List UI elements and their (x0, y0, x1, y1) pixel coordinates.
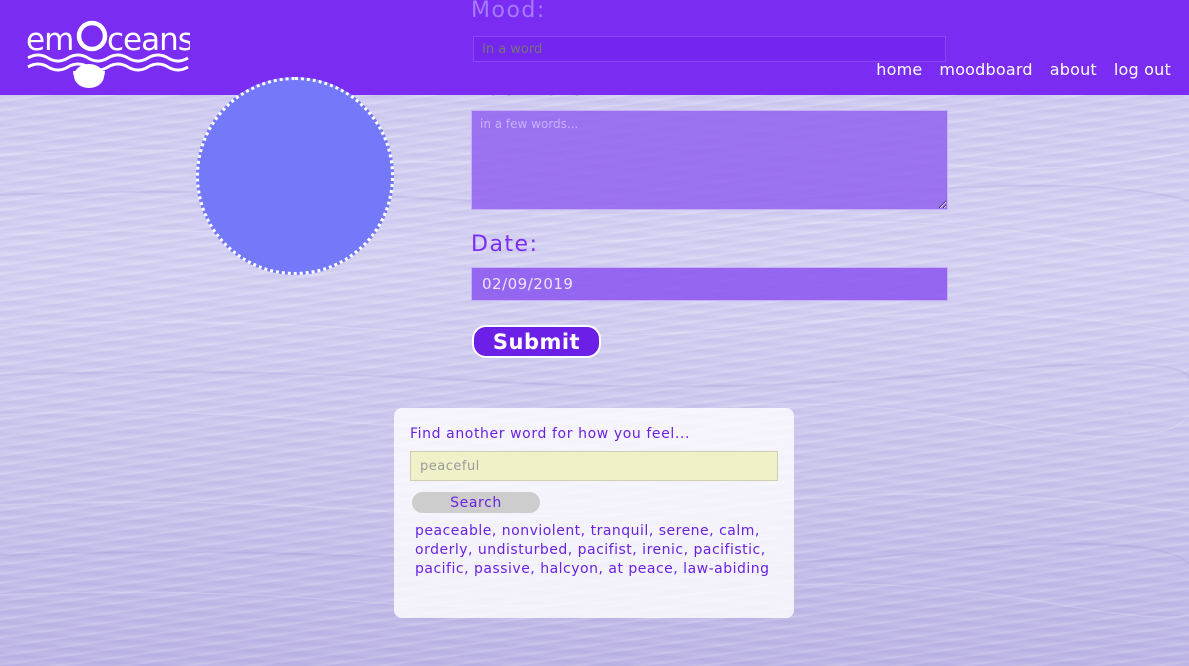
thesaurus-search-input[interactable] (410, 451, 778, 481)
thesaurus-search-button[interactable]: Search (412, 492, 540, 513)
date-input[interactable] (471, 267, 948, 301)
svg-text:ceans: ceans (107, 22, 190, 58)
mood-input[interactable] (473, 36, 946, 62)
emoceans-logo[interactable]: em ceans (26, 10, 190, 90)
svg-text:em: em (26, 22, 73, 58)
nav-moodboard[interactable]: moodboard (939, 60, 1032, 79)
nav-home[interactable]: home (876, 60, 922, 79)
mood-label: Mood: (471, 0, 546, 23)
note-textarea[interactable] (471, 110, 948, 210)
submit-button[interactable]: Submit (472, 325, 601, 358)
main-nav: home moodboard about log out (876, 60, 1171, 79)
note-label: Add Note: (471, 76, 594, 101)
mood-color-circle (196, 77, 394, 275)
thesaurus-prompt: Find another word for how you feel... (410, 426, 691, 442)
nav-about[interactable]: about (1050, 60, 1097, 79)
thesaurus-results: peaceable, nonviolent, tranquil, serene,… (415, 523, 770, 577)
thesaurus-card: Find another word for how you feel... Se… (394, 408, 794, 618)
nav-log-out[interactable]: log out (1114, 60, 1171, 79)
date-label: Date: (471, 232, 539, 257)
